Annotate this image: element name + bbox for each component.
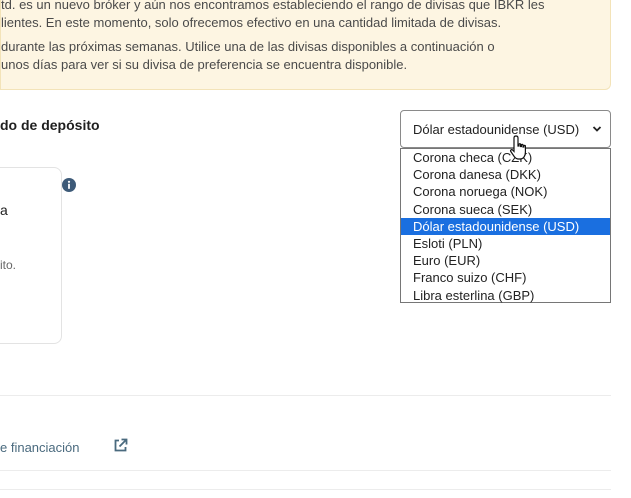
currency-option-dkk[interactable]: Corona danesa (DKK) (401, 166, 610, 183)
currency-option-sek[interactable]: Corona sueca (SEK) (401, 201, 610, 218)
deposit-method-title: do de depósito (0, 117, 100, 133)
card-description: ito. (0, 258, 17, 272)
notice-line-1: td. es un nuevo bróker y aún nos encontr… (1, 0, 545, 12)
currency-select-value: Dólar estadounidense (USD) (413, 122, 580, 137)
card-title: a (0, 202, 8, 218)
divider (0, 395, 611, 396)
currency-option-czk[interactable]: Corona checa (CZK) (401, 149, 610, 166)
chevron-down-icon (592, 126, 602, 132)
currency-options-list[interactable]: Corona checa (CZK) Corona danesa (DKK) C… (400, 148, 611, 303)
funding-link[interactable]: e financiación (0, 440, 80, 455)
notice-line-2: lientes. En este momento, solo ofrecemos… (1, 15, 502, 30)
currency-notice-banner: td. es un nuevo bróker y aún nos encontr… (0, 0, 611, 90)
external-link-icon[interactable] (113, 438, 128, 453)
divider (0, 470, 611, 471)
currency-option-usd[interactable]: Dólar estadounidense (USD) (401, 217, 610, 235)
divider (0, 489, 611, 490)
currency-select[interactable]: Dólar estadounidense (USD) (400, 110, 611, 148)
notice-line-4: unos días para ver si su divisa de prefe… (1, 57, 408, 72)
currency-option-eur[interactable]: Euro (EUR) (401, 252, 610, 269)
deposit-method-card[interactable] (0, 167, 62, 344)
notice-line-3: durante las próximas semanas. Utilice un… (1, 39, 495, 54)
pointer-cursor-icon (509, 135, 526, 160)
currency-option-pln[interactable]: Esloti (PLN) (401, 235, 610, 252)
currency-option-nok[interactable]: Corona noruega (NOK) (401, 183, 610, 200)
info-icon[interactable] (62, 178, 76, 192)
currency-option-gbp[interactable]: Libra esterlina (GBP) (401, 287, 610, 304)
currency-option-chf[interactable]: Franco suizo (CHF) (401, 269, 610, 286)
